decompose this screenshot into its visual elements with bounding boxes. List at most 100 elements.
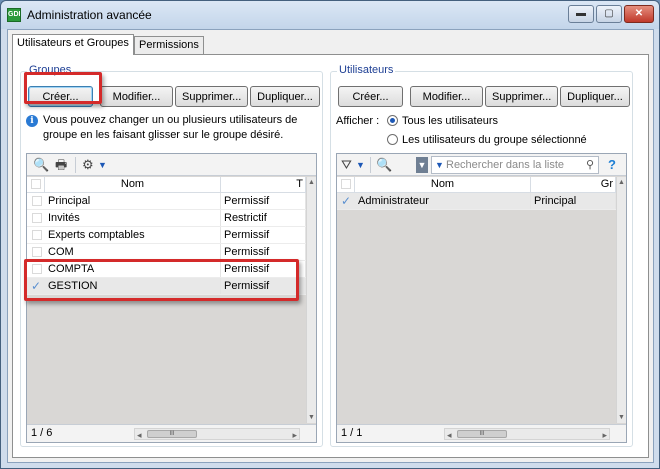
afficher-label: Afficher : bbox=[336, 115, 380, 127]
cell-type: Permissif bbox=[221, 193, 306, 209]
scroll-down-icon[interactable]: ▼ bbox=[618, 414, 625, 421]
utilisateurs-modify-button[interactable]: Modifier... bbox=[410, 86, 483, 107]
preview-icon[interactable]: 🔍 bbox=[376, 157, 392, 173]
row-checkbox[interactable] bbox=[32, 264, 42, 274]
scroll-left-icon[interactable]: ◂ bbox=[447, 430, 452, 441]
chevron-down-icon[interactable]: ▼ bbox=[356, 157, 365, 173]
cell-nom: GESTION bbox=[45, 278, 221, 294]
title-bar[interactable]: GDI Administration avancée ▬ ▢ ✕ bbox=[1, 1, 659, 29]
table-row-selected[interactable]: ✓ GESTION Permissif bbox=[27, 278, 306, 295]
record-count: 1 / 6 bbox=[31, 427, 53, 439]
cell-type: Permissif bbox=[221, 278, 306, 294]
radio-all-users[interactable] bbox=[387, 115, 398, 126]
cell-nom: Principal bbox=[45, 193, 221, 209]
utilisateurs-groupbox: Utilisateurs Créer... Modifier... Suppri… bbox=[330, 64, 633, 447]
column-header-type[interactable]: T bbox=[221, 177, 306, 192]
check-icon[interactable]: ✓ bbox=[31, 278, 41, 294]
table-row[interactable]: COMPTA Permissif bbox=[27, 261, 306, 278]
toolbar-separator bbox=[370, 157, 371, 173]
cell-nom: COMPTA bbox=[45, 261, 221, 277]
groupes-legend: Groupes bbox=[27, 64, 74, 76]
cell-type: Permissif bbox=[221, 261, 306, 277]
utilisateurs-delete-button[interactable]: Supprimer... bbox=[485, 86, 558, 107]
cell-nom: COM bbox=[45, 244, 221, 260]
gear-icon[interactable]: ⚙ bbox=[82, 157, 94, 173]
scroll-up-icon[interactable]: ▲ bbox=[618, 179, 625, 186]
window-title: Administration avancée bbox=[27, 8, 152, 22]
utilisateurs-duplicate-button[interactable]: Dupliquer... bbox=[560, 86, 630, 107]
vertical-scrollbar[interactable]: ▲ ▼ bbox=[616, 177, 626, 423]
vertical-scrollbar[interactable]: ▲ ▼ bbox=[306, 177, 316, 423]
toolbar-separator bbox=[75, 157, 76, 173]
chevron-down-icon[interactable]: ▼ bbox=[98, 157, 107, 173]
utilisateurs-grid-header: Nom Gr bbox=[337, 177, 626, 193]
dialog-body: Utilisateurs et Groupes Permissions Grou… bbox=[7, 29, 654, 463]
scroll-left-icon[interactable]: ◂ bbox=[137, 430, 142, 441]
search-icon[interactable]: ⚲ bbox=[586, 157, 594, 173]
tab-permissions[interactable]: Permissions bbox=[134, 36, 204, 54]
scroll-right-icon[interactable]: ▸ bbox=[292, 430, 297, 441]
table-row[interactable]: Invités Restrictif bbox=[27, 210, 306, 227]
utilisateurs-create-button[interactable]: Créer... bbox=[338, 86, 403, 107]
row-checkbox[interactable] bbox=[32, 196, 42, 206]
cell-nom: Invités bbox=[45, 210, 221, 226]
radio-group-users[interactable] bbox=[387, 134, 398, 145]
column-header-nom[interactable]: Nom bbox=[355, 177, 531, 192]
horizontal-scrollbar[interactable]: ◂ III ▸ bbox=[134, 428, 300, 440]
maximize-button[interactable]: ▢ bbox=[596, 5, 622, 23]
column-header-nom[interactable]: Nom bbox=[45, 177, 221, 192]
radio-all-users-label[interactable]: Tous les utilisateurs bbox=[402, 115, 498, 127]
search-chevron-icon: ▼ bbox=[435, 160, 444, 170]
header-check[interactable] bbox=[337, 177, 355, 192]
table-row[interactable]: Principal Permissif bbox=[27, 193, 306, 210]
horizontal-scrollbar[interactable]: ◂ III ▸ bbox=[444, 428, 610, 440]
table-row-selected[interactable]: ✓ Administrateur Principal bbox=[337, 193, 616, 210]
cell-nom: Experts comptables bbox=[45, 227, 221, 243]
scroll-up-icon[interactable]: ▲ bbox=[308, 179, 315, 186]
groupes-modify-button[interactable]: Modifier... bbox=[100, 86, 173, 107]
groupes-groupbox: Groupes Créer... Modifier... Supprimer..… bbox=[20, 64, 323, 447]
minimize-button[interactable]: ▬ bbox=[568, 5, 594, 23]
table-row[interactable]: COM Permissif bbox=[27, 244, 306, 261]
groupes-create-button[interactable]: Créer... bbox=[28, 86, 93, 107]
utilisateurs-grid[interactable]: ⛛ ▼ 🔍 ▼ ▼ Rechercher dans la liste ⚲ ? N… bbox=[336, 153, 627, 443]
search-placeholder: Rechercher dans la liste bbox=[446, 159, 565, 171]
header-check[interactable] bbox=[27, 177, 45, 192]
filter-icon[interactable]: ⛛ bbox=[341, 157, 352, 173]
chevron-down-icon[interactable]: ▼ bbox=[416, 157, 428, 173]
cell-nom: Administrateur bbox=[355, 193, 531, 209]
groupes-info-text: Vous pouvez changer un ou plusieurs util… bbox=[43, 114, 298, 141]
row-checkbox[interactable] bbox=[32, 230, 42, 240]
column-header-groupe[interactable]: Gr bbox=[531, 177, 616, 192]
scroll-thumb[interactable]: III bbox=[147, 430, 197, 438]
app-window: GDI Administration avancée ▬ ▢ ✕ Utilisa… bbox=[0, 0, 660, 469]
cell-type: Restrictif bbox=[221, 210, 306, 226]
check-icon[interactable]: ✓ bbox=[341, 193, 351, 209]
scroll-down-icon[interactable]: ▼ bbox=[308, 414, 315, 421]
tab-utilisateurs-et-groupes[interactable]: Utilisateurs et Groupes bbox=[12, 34, 134, 55]
header-checkbox[interactable] bbox=[31, 179, 41, 189]
header-checkbox[interactable] bbox=[341, 179, 351, 189]
row-checkbox[interactable] bbox=[32, 247, 42, 257]
utilisateurs-grid-toolbar: ⛛ ▼ 🔍 ▼ ▼ Rechercher dans la liste ⚲ ? bbox=[337, 154, 626, 176]
utilisateurs-grid-footer: 1 / 1 ◂ III ▸ bbox=[337, 424, 626, 442]
groupes-grid[interactable]: 🔍 🖶 ⚙ ▼ Nom T Principal Permissif Invité… bbox=[26, 153, 317, 443]
close-button[interactable]: ✕ bbox=[624, 5, 654, 23]
utilisateurs-legend: Utilisateurs bbox=[337, 64, 396, 76]
record-count: 1 / 1 bbox=[341, 427, 363, 439]
table-row[interactable]: Experts comptables Permissif bbox=[27, 227, 306, 244]
app-icon: GDI bbox=[7, 8, 21, 22]
search-input[interactable]: ▼ Rechercher dans la liste ⚲ bbox=[431, 156, 599, 174]
scroll-right-icon[interactable]: ▸ bbox=[602, 430, 607, 441]
print-icon[interactable]: 🖶 bbox=[55, 157, 67, 173]
groupes-duplicate-button[interactable]: Dupliquer... bbox=[250, 86, 320, 107]
cell-groupe: Principal bbox=[531, 193, 616, 209]
groupes-grid-toolbar: 🔍 🖶 ⚙ ▼ bbox=[27, 154, 316, 176]
info-icon: i bbox=[26, 115, 38, 127]
scroll-thumb[interactable]: III bbox=[457, 430, 507, 438]
row-checkbox[interactable] bbox=[32, 213, 42, 223]
preview-icon[interactable]: 🔍 bbox=[33, 157, 49, 173]
help-icon[interactable]: ? bbox=[608, 157, 616, 173]
radio-group-users-label[interactable]: Les utilisateurs du groupe sélectionné bbox=[402, 134, 587, 146]
groupes-delete-button[interactable]: Supprimer... bbox=[175, 86, 248, 107]
